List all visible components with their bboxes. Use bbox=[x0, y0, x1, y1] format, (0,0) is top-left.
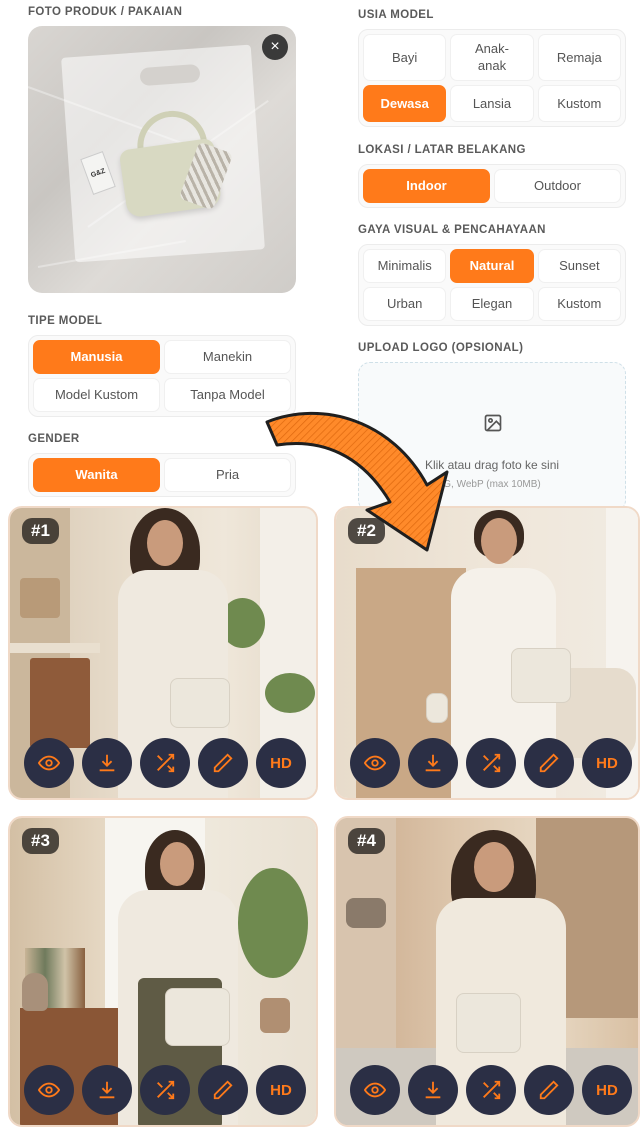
location-label: LOKASI / LATAR BELAKANG bbox=[358, 144, 526, 156]
pencil-icon bbox=[213, 753, 233, 773]
age-lansia[interactable]: Lansia bbox=[450, 85, 534, 122]
shuffle-icon bbox=[157, 753, 175, 773]
edit-button[interactable] bbox=[524, 738, 574, 788]
pencil-icon bbox=[539, 1080, 559, 1100]
product-photo-label: FOTO PRODUK / PAKAIAN bbox=[28, 6, 183, 18]
hd-button[interactable]: HD bbox=[582, 1065, 632, 1115]
result-badge-1: #1 bbox=[22, 518, 59, 544]
model-type-manusia[interactable]: Manusia bbox=[33, 340, 160, 374]
shuffle-button[interactable] bbox=[140, 738, 190, 788]
download-button[interactable] bbox=[408, 1065, 458, 1115]
edit-button[interactable] bbox=[198, 738, 248, 788]
age-label: USIA MODEL bbox=[358, 9, 434, 21]
eye-icon bbox=[364, 1082, 386, 1098]
remove-photo-button[interactable]: × bbox=[262, 34, 288, 60]
edit-button[interactable] bbox=[524, 1065, 574, 1115]
preview-button[interactable] bbox=[24, 738, 74, 788]
product-photo: G&Z bbox=[28, 26, 296, 293]
download-icon bbox=[425, 1081, 441, 1099]
style-group: Minimalis Natural Sunset Urban Elegan Ku… bbox=[358, 244, 626, 326]
style-kustom[interactable]: Kustom bbox=[537, 287, 621, 321]
style-minimalis[interactable]: Minimalis bbox=[363, 249, 447, 283]
eye-icon bbox=[38, 1082, 60, 1098]
shuffle-button[interactable] bbox=[466, 738, 516, 788]
eye-icon bbox=[38, 755, 60, 771]
age-group: Bayi Anak- anak Remaja Dewasa Lansia Kus… bbox=[358, 29, 626, 127]
style-sunset[interactable]: Sunset bbox=[537, 249, 621, 283]
result-actions-3: HD bbox=[24, 1065, 306, 1127]
model-type-group: Manusia Manekin Model Kustom Tanpa Model bbox=[28, 335, 296, 417]
preview-button[interactable] bbox=[24, 1065, 74, 1115]
download-button[interactable] bbox=[82, 738, 132, 788]
age-anak[interactable]: Anak- anak bbox=[450, 34, 534, 82]
gender-group: Wanita Pria bbox=[28, 453, 296, 497]
hd-button[interactable]: HD bbox=[582, 738, 632, 788]
shuffle-icon bbox=[483, 1080, 501, 1100]
close-icon: × bbox=[270, 38, 280, 55]
image-icon bbox=[484, 414, 502, 432]
model-type-manekin[interactable]: Manekin bbox=[164, 340, 291, 374]
download-icon bbox=[99, 754, 115, 772]
age-remaja[interactable]: Remaja bbox=[537, 34, 621, 82]
age-kustom[interactable]: Kustom bbox=[537, 85, 621, 122]
pencil-icon bbox=[213, 1080, 233, 1100]
preview-button[interactable] bbox=[350, 1065, 400, 1115]
result-actions-4: HD bbox=[350, 1065, 632, 1127]
style-elegan[interactable]: Elegan bbox=[450, 287, 534, 321]
pencil-icon bbox=[539, 753, 559, 773]
hd-button[interactable]: HD bbox=[256, 1065, 306, 1115]
location-group: Indoor Outdoor bbox=[358, 164, 626, 208]
shuffle-icon bbox=[157, 1080, 175, 1100]
style-natural[interactable]: Natural bbox=[450, 249, 534, 283]
model-type-label: TIPE MODEL bbox=[28, 315, 103, 327]
location-outdoor[interactable]: Outdoor bbox=[494, 169, 621, 203]
style-label: GAYA VISUAL & PENCAHAYAAN bbox=[358, 224, 546, 236]
location-indoor[interactable]: Indoor bbox=[363, 169, 490, 203]
gender-wanita[interactable]: Wanita bbox=[33, 458, 160, 492]
gender-label: GENDER bbox=[28, 433, 80, 445]
upload-logo-label: UPLOAD LOGO (OPSIONAL) bbox=[358, 342, 524, 354]
model-type-kustom[interactable]: Model Kustom bbox=[33, 378, 160, 412]
style-urban[interactable]: Urban bbox=[363, 287, 447, 321]
download-icon bbox=[99, 1081, 115, 1099]
eye-icon bbox=[364, 755, 386, 771]
shuffle-button[interactable] bbox=[140, 1065, 190, 1115]
download-button[interactable] bbox=[408, 738, 458, 788]
age-dewasa[interactable]: Dewasa bbox=[363, 85, 447, 122]
download-icon bbox=[425, 754, 441, 772]
shuffle-button[interactable] bbox=[466, 1065, 516, 1115]
shuffle-icon bbox=[483, 753, 501, 773]
edit-button[interactable] bbox=[198, 1065, 248, 1115]
arrow-icon bbox=[265, 411, 449, 552]
hd-button[interactable]: HD bbox=[256, 738, 306, 788]
download-button[interactable] bbox=[82, 1065, 132, 1115]
preview-button[interactable] bbox=[350, 738, 400, 788]
age-bayi[interactable]: Bayi bbox=[363, 34, 447, 82]
